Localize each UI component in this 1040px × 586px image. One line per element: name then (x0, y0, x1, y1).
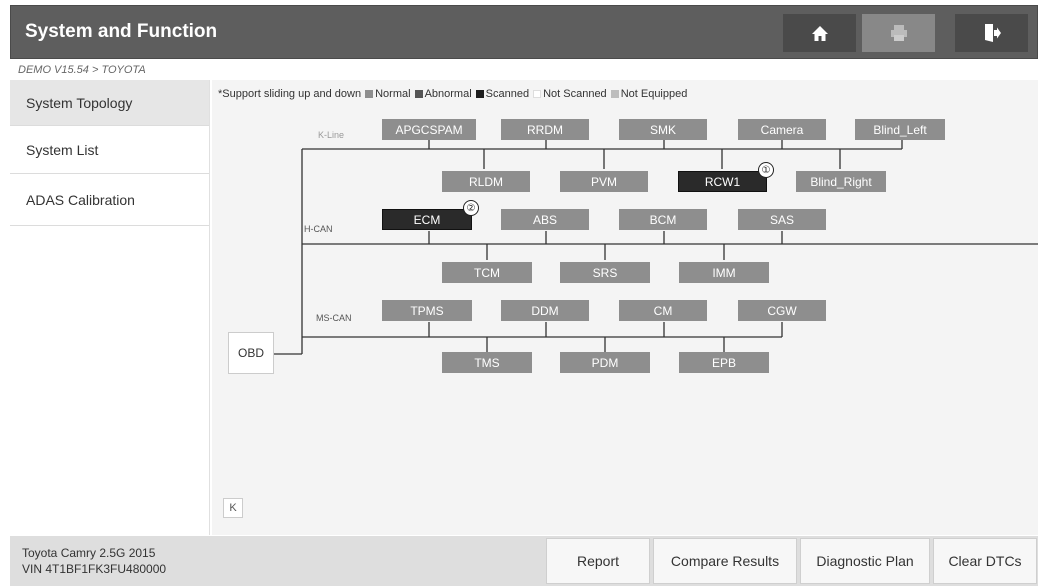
header-bar: System and Function (10, 5, 1038, 59)
module-rldm[interactable]: RLDM (442, 171, 530, 192)
collapse-sidebar-button[interactable]: K (223, 498, 243, 518)
obd-port[interactable]: OBD (228, 332, 274, 374)
module-smk[interactable]: SMK (619, 119, 707, 140)
bus-label-mscan: MS-CAN (316, 313, 352, 323)
vehicle-vin: VIN 4T1BF1FK3FU480000 (22, 562, 167, 576)
legend-note: *Support sliding up and down (218, 88, 362, 100)
legend-swatch-not-scanned (533, 90, 542, 98)
legend-label-not-scanned: Not Scanned (543, 88, 607, 100)
topology-area[interactable]: *Support sliding up and down Normal Abno… (212, 80, 1038, 535)
bus-label-hcan: H-CAN (304, 224, 333, 234)
bus-label-kline: K-Line (318, 130, 345, 140)
module-ddm[interactable]: DDM (501, 300, 589, 321)
module-blind-left[interactable]: Blind_Left (855, 119, 945, 140)
module-cm[interactable]: CM (619, 300, 707, 321)
legend-swatch-normal (365, 90, 374, 98)
module-pvm[interactable]: PVM (560, 171, 648, 192)
module-srs[interactable]: SRS (560, 262, 650, 283)
vehicle-info: Toyota Camry 2.5G 2015 VIN 4T1BF1FK3FU48… (22, 545, 166, 577)
sidebar-item-system-list[interactable]: System List (10, 126, 209, 174)
legend-label-scanned: Scanned (485, 88, 530, 100)
footer-bar: Toyota Camry 2.5G 2015 VIN 4T1BF1FK3FU48… (10, 536, 1038, 586)
legend-label-not-equipped: Not Equipped (620, 88, 688, 100)
module-ecm[interactable]: ECM (382, 209, 472, 230)
legend-label-abnormal: Abnormal (424, 88, 472, 100)
module-camera[interactable]: Camera (738, 119, 826, 140)
module-epb[interactable]: EPB (679, 352, 769, 373)
sidebar-item-system-topology[interactable]: System Topology (10, 80, 209, 126)
sidebar-item-adas-calibration[interactable]: ADAS Calibration (10, 174, 209, 226)
printer-icon (890, 25, 907, 41)
compare-results-button[interactable]: Compare Results (653, 538, 797, 584)
legend-swatch-not-equipped (610, 90, 619, 98)
callout-badge-1: ① (758, 162, 774, 178)
module-cgw[interactable]: CGW (738, 300, 826, 321)
report-button[interactable]: Report (546, 538, 650, 584)
module-bcm[interactable]: BCM (619, 209, 707, 230)
module-rrdm[interactable]: RRDM (501, 119, 589, 140)
legend-swatch-scanned (475, 90, 484, 98)
callout-badge-2: ② (463, 200, 479, 216)
home-icon (811, 25, 828, 41)
legend-swatch-abnormal (414, 90, 423, 98)
home-button[interactable] (783, 14, 856, 52)
module-sas[interactable]: SAS (738, 209, 826, 230)
module-tcm[interactable]: TCM (442, 262, 532, 283)
clear-dtcs-button[interactable]: Clear DTCs (933, 538, 1037, 584)
exit-icon (984, 24, 1001, 42)
module-apgcspam[interactable]: APGCSPAM (382, 119, 476, 140)
module-rcw1[interactable]: RCW1 (678, 171, 767, 192)
print-button[interactable] (862, 14, 935, 52)
module-imm[interactable]: IMM (679, 262, 769, 283)
module-abs[interactable]: ABS (501, 209, 589, 230)
legend: *Support sliding up and down Normal Abno… (218, 88, 687, 100)
breadcrumb: DEMO V15.54 > TOYOTA (18, 64, 146, 76)
legend-label-normal: Normal (375, 88, 411, 100)
page-title: System and Function (25, 21, 218, 42)
module-pdm[interactable]: PDM (560, 352, 650, 373)
module-tms[interactable]: TMS (442, 352, 532, 373)
sidebar: System Topology System List ADAS Calibra… (10, 80, 210, 535)
exit-button[interactable] (955, 14, 1028, 52)
module-tpms[interactable]: TPMS (382, 300, 472, 321)
vehicle-model: Toyota Camry 2.5G 2015 (22, 546, 156, 560)
module-blind-right[interactable]: Blind_Right (796, 171, 886, 192)
diagnostic-plan-button[interactable]: Diagnostic Plan (800, 538, 930, 584)
